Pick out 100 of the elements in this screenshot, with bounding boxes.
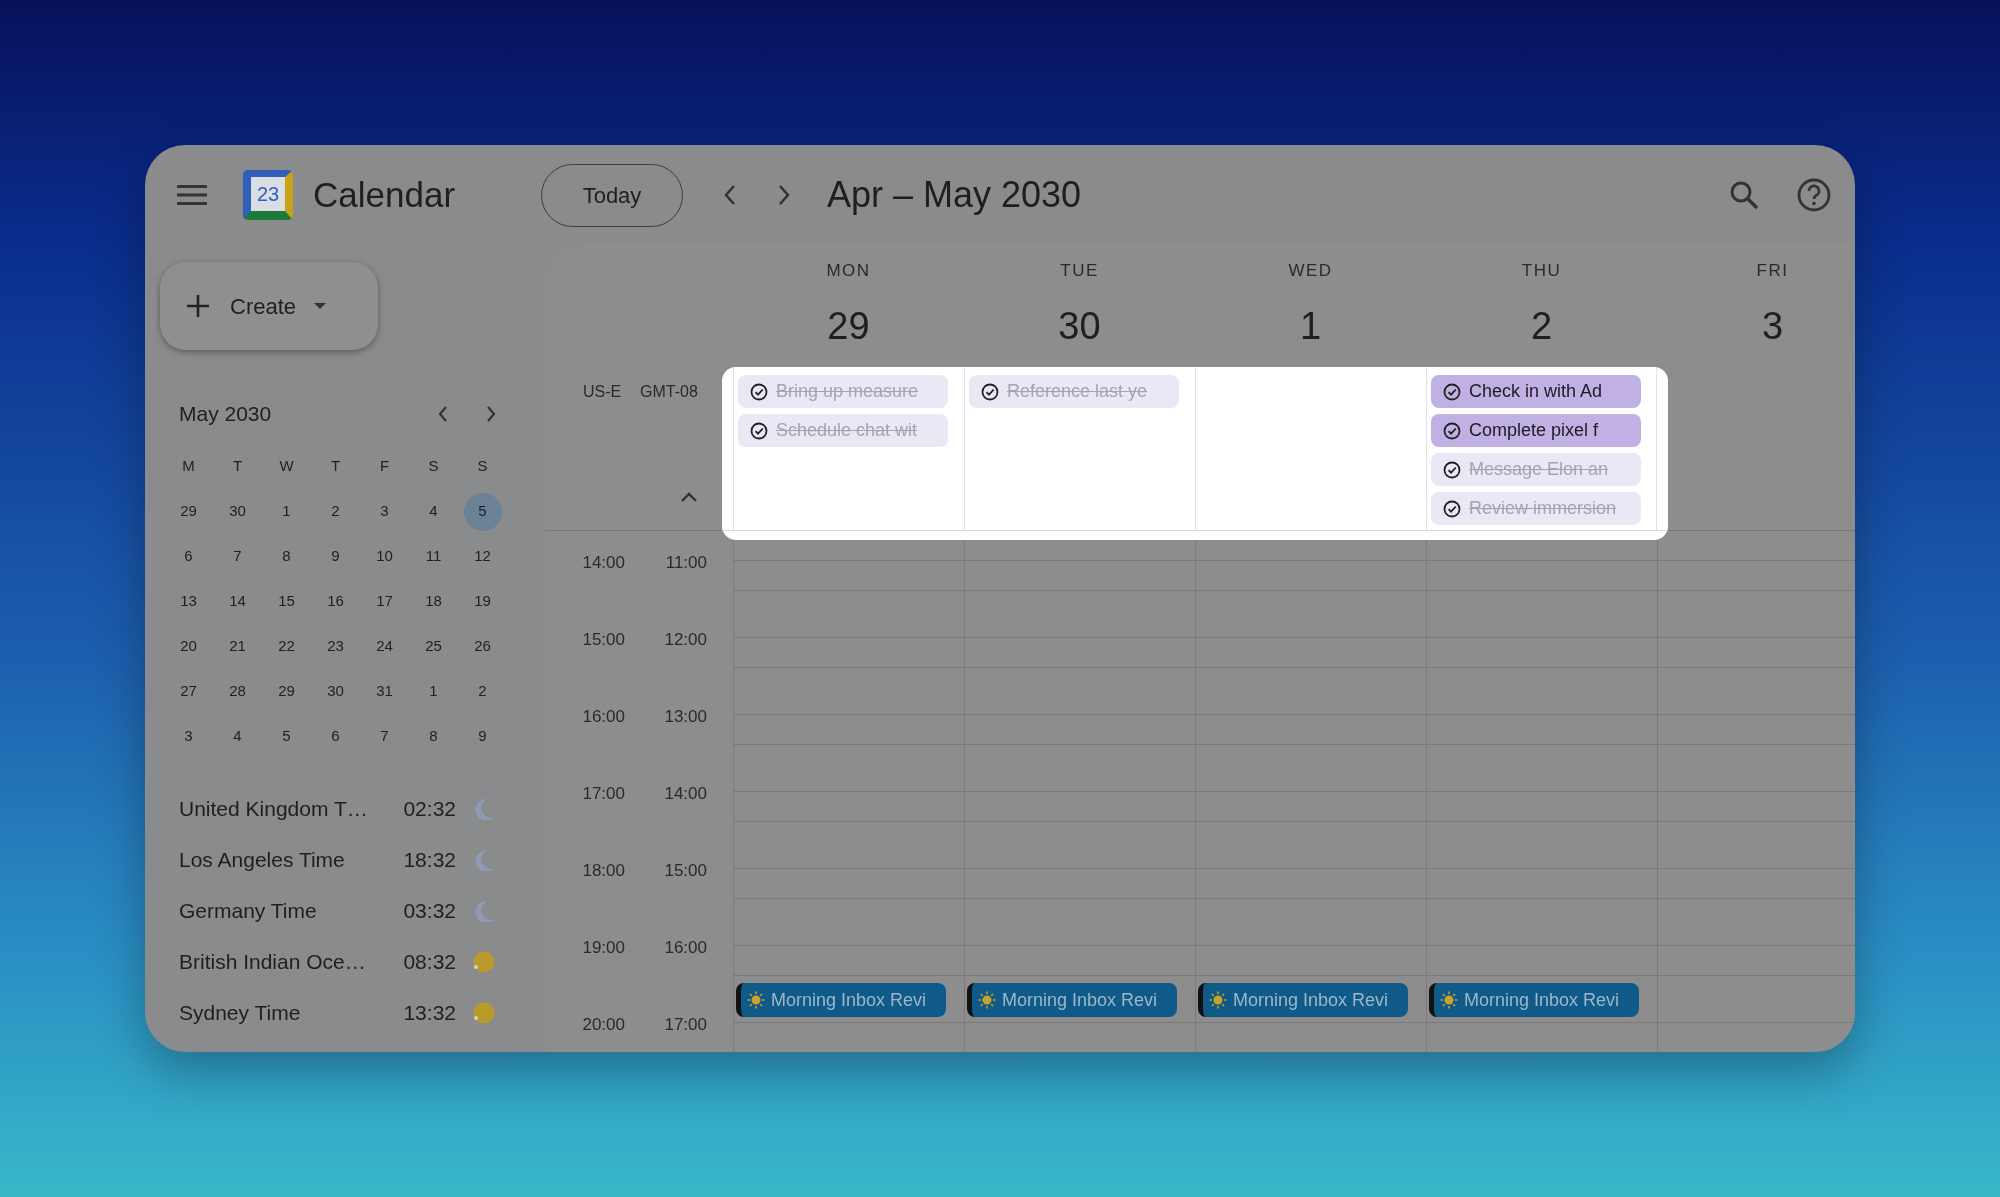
next-icon[interactable] [777,184,791,206]
date-cell[interactable]: 25 [414,627,453,666]
date-cell[interactable]: 30 [218,492,257,531]
clock-time: 08:32 [402,948,456,975]
weekday-label: WED [1288,260,1333,282]
plus-icon [186,294,210,318]
date-cell[interactable]: 21 [218,627,257,666]
task-chip[interactable]: Check in with Ad [1431,375,1641,408]
help-icon[interactable] [1797,178,1831,212]
date-cell[interactable]: 14 [218,582,257,621]
event-block[interactable]: Morning Inbox Revi [967,983,1177,1017]
date-cell[interactable]: 28 [218,672,257,711]
app-title: Calendar [313,173,456,216]
previous-icon[interactable] [437,405,449,423]
date-cell[interactable]: 7 [218,537,257,576]
date-cell[interactable]: 23 [316,627,355,666]
date-cell[interactable]: 27 [169,672,208,711]
date-cell[interactable]: 17 [365,582,404,621]
date-cell[interactable]: 29 [169,492,208,531]
hour-label: 18:00 [581,860,625,882]
timezone-name: Los Angeles Time [179,846,346,873]
task-check-icon [1443,421,1461,440]
date-cell[interactable]: 12 [463,537,502,576]
date-cell[interactable]: 18 [414,582,453,621]
event-block[interactable]: Morning Inbox Revi [1198,983,1408,1017]
date-cell[interactable]: 6 [316,717,355,756]
task-check-icon [981,382,999,401]
app-logo: 23 [243,170,293,220]
task-check-icon [1443,499,1461,518]
weekday-label: T [329,456,342,477]
timezone-name: Sydney Time [179,999,302,1026]
moon-icon [473,899,495,922]
weekday-label: M [181,456,196,477]
date-cell[interactable]: 8 [267,537,306,576]
date-cell[interactable]: 8 [414,717,453,756]
collapse-icon[interactable] [681,492,697,503]
date-cell[interactable]: 4 [218,717,257,756]
timezone-name: British Indian Oce… [179,948,367,975]
menu-icon[interactable] [177,184,207,206]
timezone-label: US-E [583,382,622,402]
moon-icon [473,797,495,820]
date-cell[interactable]: 2 [316,492,355,531]
date-cell[interactable]: 16 [316,582,355,621]
weekday-label: W [278,456,295,477]
date-cell[interactable]: 2 [463,672,502,711]
date-cell[interactable]: 15 [267,582,306,621]
date-cell[interactable]: 13 [169,582,208,621]
hour-label: 11:00 [664,552,707,574]
clock-time: 18:32 [402,846,456,873]
next-icon[interactable] [485,405,497,423]
date-cell[interactable]: 31 [365,672,404,711]
hour-label: 12:00 [663,629,707,651]
clock-time: 03:32 [402,897,456,924]
date-cell[interactable]: 10 [365,537,404,576]
date-cell[interactable]: 9 [316,537,355,576]
weekday-label: T [231,456,244,477]
date-cell[interactable]: 29 [267,672,306,711]
date-cell[interactable]: 30 [316,672,355,711]
date-cell[interactable]: 1 [414,672,453,711]
hour-label: 13:00 [663,706,707,728]
date-cell[interactable]: 19 [463,582,502,621]
search-icon[interactable] [1729,180,1759,210]
task-check-icon [750,421,768,440]
task-chip[interactable]: Complete pixel f [1431,414,1641,447]
hour-label: 16:00 [663,937,707,959]
caret-icon [314,303,327,309]
sun-icon [473,950,495,973]
month-title: May 2030 [179,401,273,428]
date-cell[interactable]: 26 [463,627,502,666]
date-cell[interactable]: 22 [267,627,306,666]
date-number[interactable]: 29 [827,297,870,355]
date-cell[interactable]: 4 [414,492,453,531]
create-button[interactable]: Create [160,262,378,350]
date-cell[interactable]: 6 [169,537,208,576]
event-block[interactable]: Morning Inbox Revi [1429,983,1639,1017]
hour-label: 16:00 [581,706,625,728]
weekday-label: FRI [1756,260,1789,282]
event-block[interactable]: Morning Inbox Revi [736,983,946,1017]
hour-label: 15:00 [581,629,625,651]
weekday-label: S [476,456,489,477]
date-cell[interactable]: 3 [365,492,404,531]
date-number[interactable]: 3 [1761,297,1784,355]
date-number[interactable]: 1 [1299,297,1322,355]
date-cell[interactable]: 1 [267,492,306,531]
clock-time: 02:32 [402,795,456,822]
date-cell[interactable]: 3 [169,717,208,756]
date-cell[interactable]: 9 [463,717,502,756]
date-cell[interactable]: 20 [169,627,208,666]
date-cell[interactable]: 5 [267,717,306,756]
date-number[interactable]: 2 [1530,297,1553,355]
date-cell[interactable]: 5 [463,492,502,531]
hour-label: 17:00 [581,783,625,805]
weekday-label: THU [1521,260,1562,282]
date-number[interactable]: 30 [1058,297,1101,355]
task-check-icon [1443,460,1461,479]
timezone-name: Germany Time [179,897,318,924]
date-cell[interactable]: 7 [365,717,404,756]
previous-icon[interactable] [723,184,737,206]
date-cell[interactable]: 11 [414,537,453,576]
date-cell[interactable]: 24 [365,627,404,666]
